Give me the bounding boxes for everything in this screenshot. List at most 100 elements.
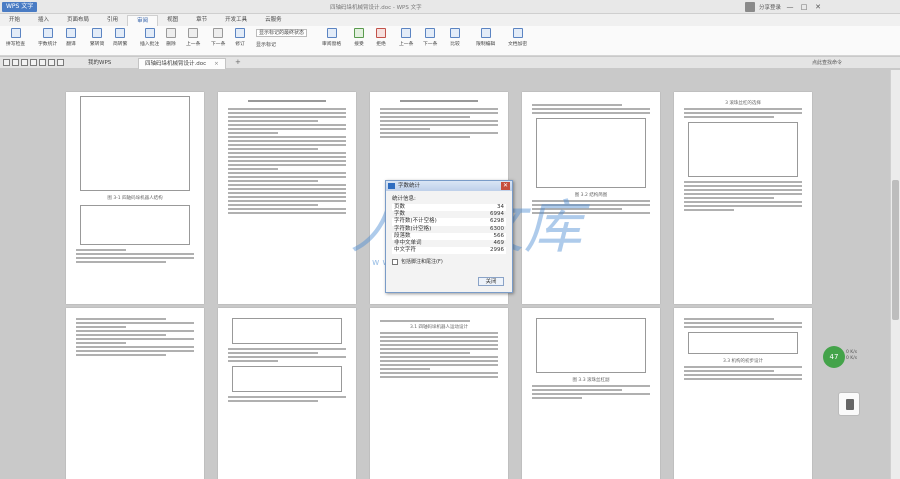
print-icon[interactable] [30,59,37,66]
word-count-button[interactable]: 字数统计 [38,28,57,47]
tab-layout[interactable]: 页面布局 [58,15,98,26]
arrow-down-icon [213,28,224,38]
tab-insert[interactable]: 插入 [29,15,58,26]
stat-row: 字符数(计空格) 6300 [394,225,504,232]
track-changes-icon [235,28,245,38]
insert-comment-button[interactable]: 插入批注 [140,28,159,47]
word-count-dialog: 字数统计 ✕ 统计信息: 页数 34 字数 6994 字符数(不计空格) 6298 字… [385,180,513,293]
page-thumbnail[interactable]: 图 3-1 四轴码垛机器人结构 [66,92,204,304]
lock-icon [480,28,491,38]
next-comment-button[interactable]: 下一条 [211,28,225,47]
page-figure [536,318,646,373]
stat-row: 中文字符 2996 [392,247,506,255]
new-tab-icon[interactable]: + [235,58,241,66]
track-changes-button[interactable]: 修订 [235,28,245,47]
tab-document[interactable]: 四轴码垛机械臂设计.doc × [138,58,226,69]
tab-review[interactable]: 审阅 [127,15,159,26]
tab-cloud[interactable]: 云服务 [256,15,291,26]
page-thumbnail[interactable]: 图 3.2 结构简图 [522,92,660,304]
minimize-button[interactable]: — [785,2,795,12]
maximize-button[interactable]: □ [799,2,809,12]
stat-row: 段落数 566 [392,232,506,241]
page-table [232,366,342,392]
checkbox-box[interactable] [392,258,398,265]
trad-to-simp-button[interactable]: 繁转简 [90,28,104,47]
close-button[interactable]: ✕ [813,2,823,12]
tab-references[interactable]: 引用 [98,15,127,26]
dialog-title: 字数统计 [398,183,421,189]
page-thumbnail[interactable] [218,308,356,479]
stat-row: 页数 34 [392,204,506,212]
new-file-icon[interactable] [3,59,10,66]
page-thumbnail[interactable]: 3 滚珠丝杠的选择 [674,92,812,304]
comment-icon [144,28,155,38]
wps-logo-icon [388,183,395,189]
tab-developer[interactable]: 开发工具 [216,15,256,26]
page-figure [536,118,646,188]
tab-view[interactable]: 视图 [158,15,187,26]
page-thumbnail[interactable]: 图 3.3 滚珠丝杠副 [522,308,660,479]
document-tab-bar: 我的WPS 四轴码垛机械臂设计.doc × + 点此查找命令 [0,57,900,69]
prev-change-button[interactable]: 上一条 [399,28,413,47]
figure-caption: 图 3.2 结构简图 [574,193,608,198]
prev-comment-button[interactable]: 上一条 [186,28,200,47]
page-thumbnail[interactable] [218,92,356,304]
page-figure [80,205,190,245]
accept-icon [354,28,364,38]
command-search[interactable]: 点此查找命令 [812,59,842,66]
page-thumbnail[interactable]: 3.3 机构的初步设计 [674,308,812,479]
tab-my-wps[interactable]: 我的WPS [82,58,117,69]
tab-chapter[interactable]: 章节 [187,15,216,26]
next-change-button[interactable]: 下一条 [423,28,437,47]
stats-heading: 统计信息: [392,196,416,202]
include-footnotes-checkbox[interactable]: 包括脚注和尾注(F) [392,258,506,265]
open-folder-icon[interactable] [12,59,19,66]
translate-icon [66,28,76,38]
figure-caption: 图 3-1 四轴码垛机器人结构 [107,196,163,201]
close-icon[interactable]: × [214,61,219,67]
ribbon: 拼写检查 字数统计 翻译 繁转简 简转繁 插入批注 删除 上一条 下一条 修订 … [0,26,900,56]
preview-icon[interactable] [39,59,46,66]
dialog-title-bar[interactable]: 字数统计 ✕ [386,181,512,191]
page-thumbnail[interactable]: 3.1 四轴码垛机器人运动设计 [370,308,508,479]
review-pane-button[interactable]: 审阅窗格 [322,28,341,47]
stat-row: 字符数(不计空格) 6298 [392,218,506,226]
menu-bar: 开始 插入 页面布局 引用 审阅 视图 章节 开发工具 云服务 [0,14,900,26]
word-count-icon [42,28,53,38]
spellcheck-icon [10,28,21,38]
scrollbar-thumb[interactable] [892,180,899,320]
vertical-scrollbar[interactable] [890,70,900,479]
encrypt-button[interactable]: 文档加密 [508,28,527,47]
floating-tool-button[interactable] [838,392,860,416]
avatar[interactable] [745,2,755,12]
title-bar: WPS 文字 四轴码垛机械臂设计.doc - WPS 文字 分享登录 — □ ✕ [0,0,900,14]
speed-ball[interactable]: 47 [823,346,845,368]
page-heading: 3 滚珠丝杠的选择 [725,101,761,106]
close-icon[interactable]: ✕ [501,182,510,190]
page-thumbnail[interactable] [66,308,204,479]
redo-icon[interactable] [57,59,64,66]
app-menu-button[interactable]: WPS 文字 [2,2,38,12]
accept-button[interactable]: 接受 [354,28,364,47]
page-table [688,332,798,354]
show-markup-menu[interactable]: 显示标记 [256,41,276,48]
pane-icon [326,28,337,38]
reject-icon [376,28,386,38]
reject-button[interactable]: 拒绝 [376,28,386,47]
show-markup-select[interactable]: 显示标记的最终状态 [256,29,308,37]
compare-button[interactable]: 比较 [450,28,460,47]
tab-home[interactable]: 开始 [0,15,29,26]
save-icon[interactable] [21,59,28,66]
user-name[interactable]: 分享登录 [759,3,781,11]
undo-icon[interactable] [48,59,55,66]
translate-button[interactable]: 翻译 [66,28,76,47]
arrow-down-icon [425,28,436,38]
close-button[interactable]: 关闭 [478,277,504,286]
restrict-editing-button[interactable]: 限制编辑 [476,28,495,47]
window-title: 四轴码垛机械臂设计.doc - WPS 文字 [330,5,422,11]
encrypt-icon [512,28,523,38]
simp-to-trad-button[interactable]: 简转繁 [113,28,127,47]
delete-comment-button[interactable]: 删除 [166,28,176,47]
spellcheck-button[interactable]: 拼写检查 [6,28,25,47]
arrow-up-icon [401,28,412,38]
